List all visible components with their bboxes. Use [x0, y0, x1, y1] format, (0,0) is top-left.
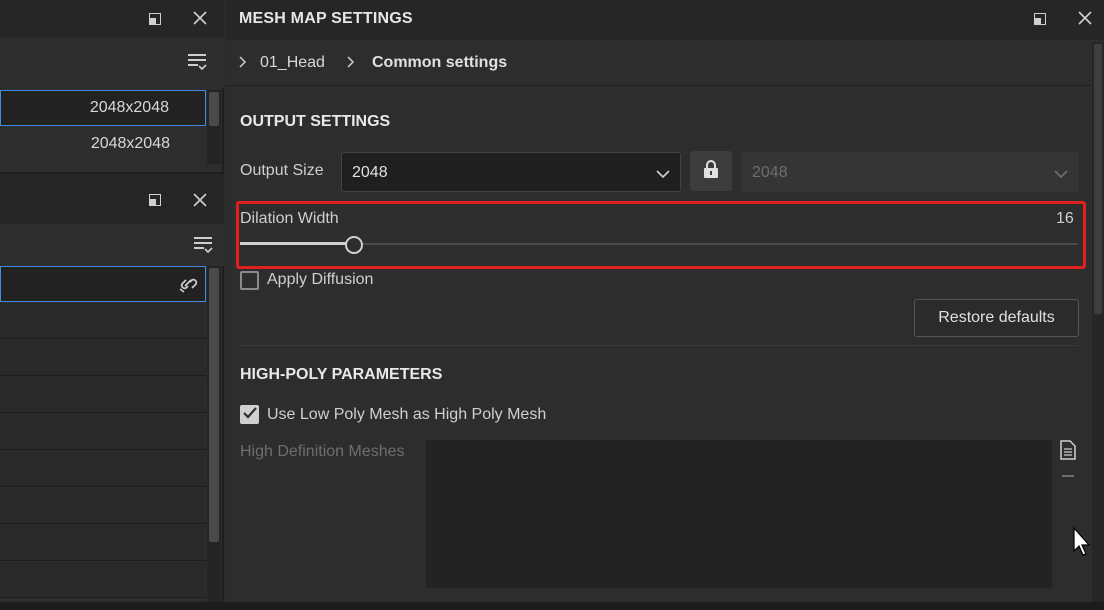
- restore-defaults-button[interactable]: Restore defaults: [914, 299, 1079, 337]
- dilation-width-slider-fill: [240, 242, 354, 245]
- close-icon[interactable]: [1075, 8, 1095, 28]
- bottom-status-strip: [0, 602, 1104, 610]
- list-item[interactable]: [0, 525, 206, 561]
- output-size-label: Output Size: [240, 162, 324, 179]
- list-item[interactable]: 2048x2048: [0, 90, 206, 126]
- scrollbar-thumb[interactable]: [209, 268, 219, 542]
- list-filter-icon[interactable]: [192, 235, 214, 255]
- document-icon[interactable]: [1058, 440, 1078, 460]
- close-icon[interactable]: [190, 190, 210, 210]
- list-item[interactable]: 2048x2048: [0, 127, 206, 163]
- output-height-value: 2048: [752, 164, 788, 181]
- scrollbar-thumb[interactable]: [209, 92, 219, 126]
- left-panels: 2048x2048 2048x2048: [0, 0, 224, 610]
- list-item[interactable]: [0, 303, 206, 339]
- close-icon[interactable]: [190, 8, 210, 28]
- dilation-width-slider-track[interactable]: [240, 243, 1078, 245]
- scrollbar[interactable]: [207, 266, 221, 602]
- scrollbar[interactable]: [207, 90, 221, 164]
- list-item[interactable]: [0, 414, 206, 450]
- bottom-pane-toolbar: [0, 224, 224, 266]
- list-filter-icon[interactable]: [186, 52, 208, 72]
- restore-window-icon[interactable]: [145, 190, 165, 210]
- breadcrumb-item-mesh[interactable]: 01_Head: [260, 54, 325, 72]
- minus-icon[interactable]: [1058, 466, 1078, 486]
- list-item[interactable]: [0, 377, 206, 413]
- use-low-poly-checkbox[interactable]: [240, 405, 259, 424]
- size-value: 2048x2048: [90, 135, 170, 152]
- list-item[interactable]: [0, 488, 206, 524]
- panel-title: MESH MAP SETTINGS: [239, 10, 413, 27]
- chevron-right-icon: [238, 55, 250, 71]
- dilation-width-highlight: [236, 201, 1086, 269]
- chevron-down-icon: [656, 166, 670, 184]
- high-definition-meshes-label: High Definition Meshes: [240, 443, 405, 460]
- top-pane-header: [0, 0, 224, 38]
- output-size-select[interactable]: 2048: [341, 152, 681, 192]
- use-low-poly-label[interactable]: Use Low Poly Mesh as High Poly Mesh: [267, 406, 546, 424]
- dilation-width-label: Dilation Width: [240, 210, 339, 227]
- panel-header: MESH MAP SETTINGS: [226, 0, 1104, 40]
- panel-scrollbar[interactable]: [1092, 42, 1104, 610]
- breadcrumb-item-common-settings[interactable]: Common settings: [372, 54, 507, 72]
- lock-aspect-button[interactable]: [690, 151, 732, 191]
- output-height-select: 2048: [741, 152, 1079, 192]
- chevron-down-icon: [1054, 166, 1068, 184]
- list-item[interactable]: [0, 340, 206, 376]
- restore-window-icon[interactable]: [145, 9, 165, 29]
- high-definition-meshes-list[interactable]: [426, 440, 1052, 588]
- scrollbar-thumb[interactable]: [1094, 44, 1102, 314]
- list-item[interactable]: [0, 562, 206, 598]
- size-value: 2048x2048: [89, 99, 169, 116]
- dilation-width-slider-handle[interactable]: [344, 236, 363, 254]
- list-item[interactable]: [0, 451, 206, 487]
- link-icon[interactable]: [177, 274, 199, 294]
- lock-icon: [703, 159, 719, 184]
- breadcrumb: 01_Head Common settings: [226, 42, 1092, 86]
- output-settings-title: OUTPUT SETTINGS: [240, 113, 391, 130]
- restore-window-icon[interactable]: [1030, 9, 1050, 29]
- section-divider: [240, 345, 1078, 346]
- list-item[interactable]: [0, 266, 206, 302]
- apply-diffusion-label[interactable]: Apply Diffusion: [267, 271, 373, 289]
- chevron-right-icon: [346, 55, 358, 71]
- bottom-pane-header: [0, 174, 224, 224]
- apply-diffusion-checkbox[interactable]: [240, 271, 259, 290]
- output-size-value: 2048: [352, 164, 388, 181]
- mouse-cursor-icon: [1072, 526, 1092, 562]
- checkmark-icon: [242, 406, 257, 424]
- top-pane-toolbar: [0, 38, 224, 88]
- high-poly-parameters-title: HIGH-POLY PARAMETERS: [240, 366, 443, 383]
- dilation-width-value: 16: [1056, 210, 1074, 227]
- mesh-map-settings-panel: MESH MAP SETTINGS 01_Head Common setting…: [226, 0, 1104, 610]
